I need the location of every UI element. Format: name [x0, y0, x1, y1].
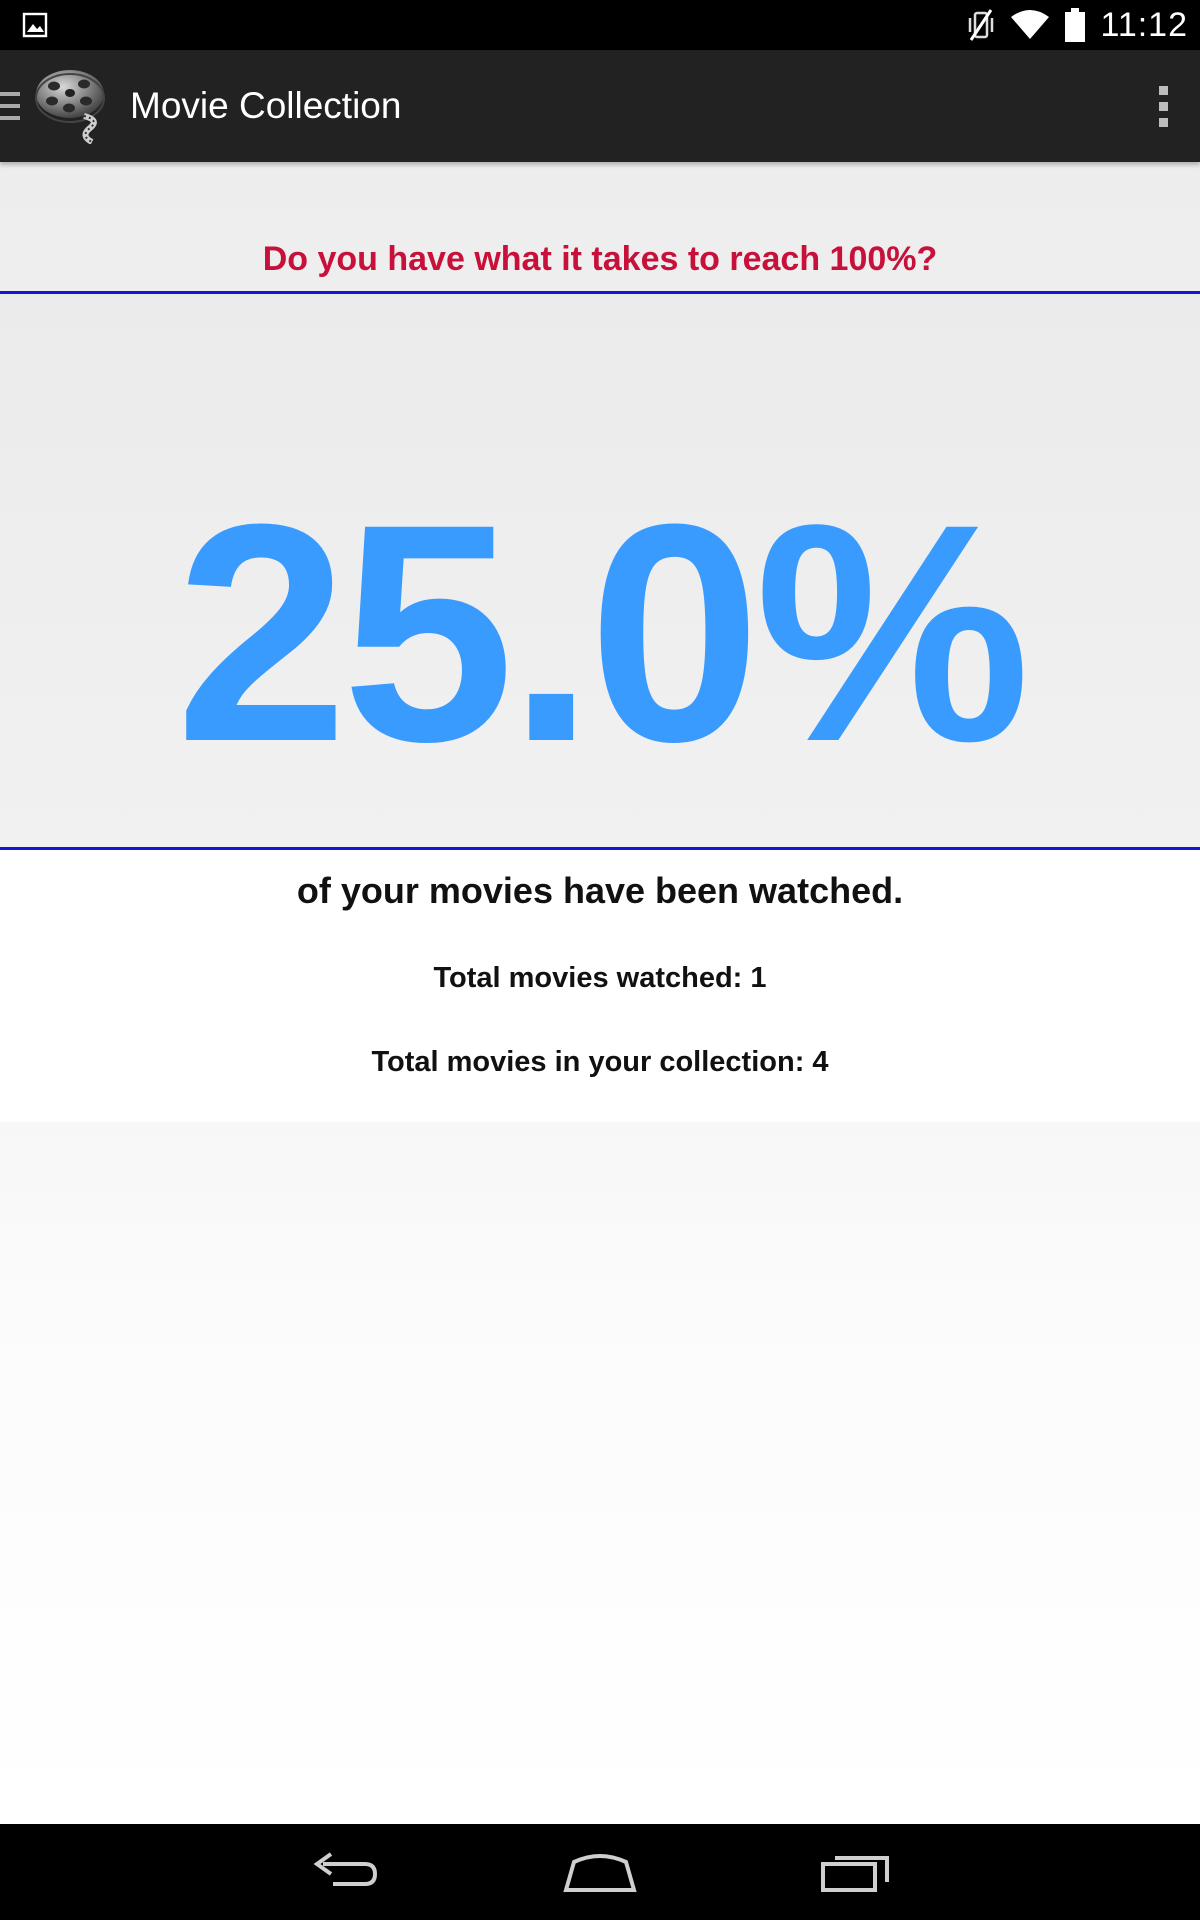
recent-apps-icon[interactable] — [817, 1842, 897, 1902]
watched-percent: 25.0% — [175, 459, 1031, 806]
total-collection-text: Total movies in your collection: 4 — [371, 1046, 829, 1078]
battery-icon — [1065, 8, 1086, 42]
action-bar: Movie Collection — [0, 50, 1200, 162]
gallery-notification-icon — [22, 12, 48, 38]
film-reel-icon[interactable] — [34, 64, 110, 144]
drawer-indicator-icon[interactable] — [0, 90, 22, 124]
vibrate-off-icon — [969, 9, 994, 41]
status-bar: 11:12 — [0, 0, 1200, 50]
status-time: 11:12 — [1100, 5, 1188, 44]
wifi-icon — [1011, 10, 1050, 39]
app-title: Movie Collection — [130, 85, 402, 126]
back-icon[interactable] — [303, 1842, 383, 1902]
screen: 11:12 Movie Collection Do you have what … — [0, 0, 1200, 1920]
status-icons: 11:12 — [966, 0, 1188, 50]
challenge-text: Do you have what it takes to reach 100%? — [262, 240, 938, 278]
navigation-bar — [0, 1824, 1200, 1920]
overflow-menu-icon[interactable] — [1156, 80, 1172, 132]
total-watched-text: Total movies watched: 1 — [433, 962, 767, 994]
divider-top — [0, 291, 1200, 294]
home-icon[interactable] — [560, 1842, 640, 1902]
watched-caption: of your movies have been watched. — [296, 870, 904, 911]
